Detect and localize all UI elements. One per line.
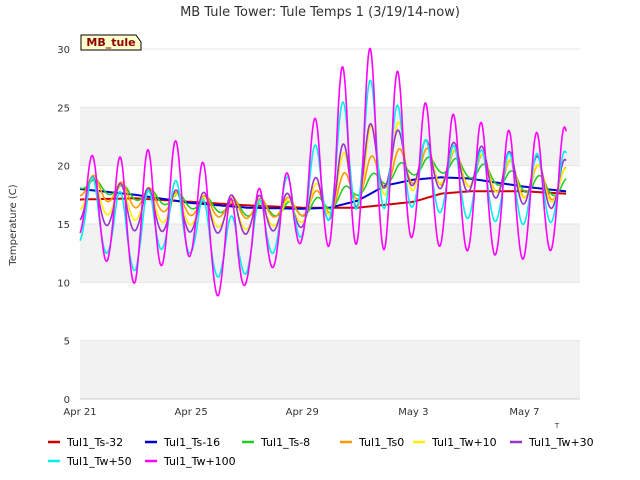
- x-tick-label: Apr 29: [286, 407, 319, 418]
- legend-label: Tul1_Tw+100: [163, 455, 236, 468]
- y-tick-label: 5: [64, 337, 70, 348]
- y-tick-label: 10: [57, 278, 70, 289]
- x-tick-label: Apr 25: [175, 407, 208, 418]
- y-tick-label: 30: [57, 45, 70, 56]
- legend-item: Tul1_Ts-16: [145, 436, 220, 449]
- legend-label: Tul1_Ts-16: [163, 436, 220, 449]
- y-axis-ticks: 0 5 10 15 20 25 30: [57, 45, 70, 406]
- y-axis-label: Temperature (C): [8, 184, 19, 266]
- legend-label: Tul1_Tw+10: [431, 436, 497, 449]
- y-tick-label: 20: [57, 162, 70, 173]
- site-tag-label: MB_tule: [86, 36, 135, 49]
- legend-label: Tul1_Tw+30: [528, 436, 594, 449]
- legend-item: Tul1_Ts-32: [48, 436, 123, 449]
- legend-label: Tul1_Ts-8: [260, 436, 310, 449]
- x-tick-label: Apr 21: [63, 407, 96, 418]
- x-axis-ticks: Apr 21 Apr 25 Apr 29 May 3 May 7: [63, 407, 539, 418]
- legend-item: Tul1_Tw+30: [510, 436, 594, 449]
- legend-item: Tul1_Ts0: [340, 436, 404, 449]
- corner-tick-label: T: [554, 422, 560, 430]
- y-tick-label: 15: [57, 220, 70, 231]
- chart-title: MB Tule Tower: Tule Temps 1 (3/19/14-now…: [180, 5, 460, 20]
- legend-item: Tul1_Tw+50: [48, 455, 132, 468]
- legend-item: Tul1_Tw+10: [413, 436, 497, 449]
- chart: MB Tule Tower: Tule Temps 1 (3/19/14-now…: [8, 5, 594, 468]
- legend: Tul1_Ts-32 Tul1_Ts-16 Tul1_Ts-8 Tul1_Ts0 Tul…: [48, 436, 594, 468]
- x-tick-label: May 7: [509, 407, 539, 418]
- legend-label: Tul1_Ts0: [358, 436, 404, 449]
- legend-label: Tul1_Tw+50: [66, 455, 132, 468]
- y-tick-label: 25: [57, 103, 70, 114]
- grid-band: [80, 224, 580, 283]
- legend-item: Tul1_Tw+100: [145, 455, 236, 468]
- y-tick-label: 0: [64, 395, 70, 406]
- legend-item: Tul1_Ts-8: [242, 436, 310, 449]
- site-tag: MB_tule: [80, 34, 142, 51]
- x-tick-label: May 3: [398, 407, 428, 418]
- legend-label: Tul1_Ts-32: [66, 436, 123, 449]
- grid-band: [80, 340, 580, 399]
